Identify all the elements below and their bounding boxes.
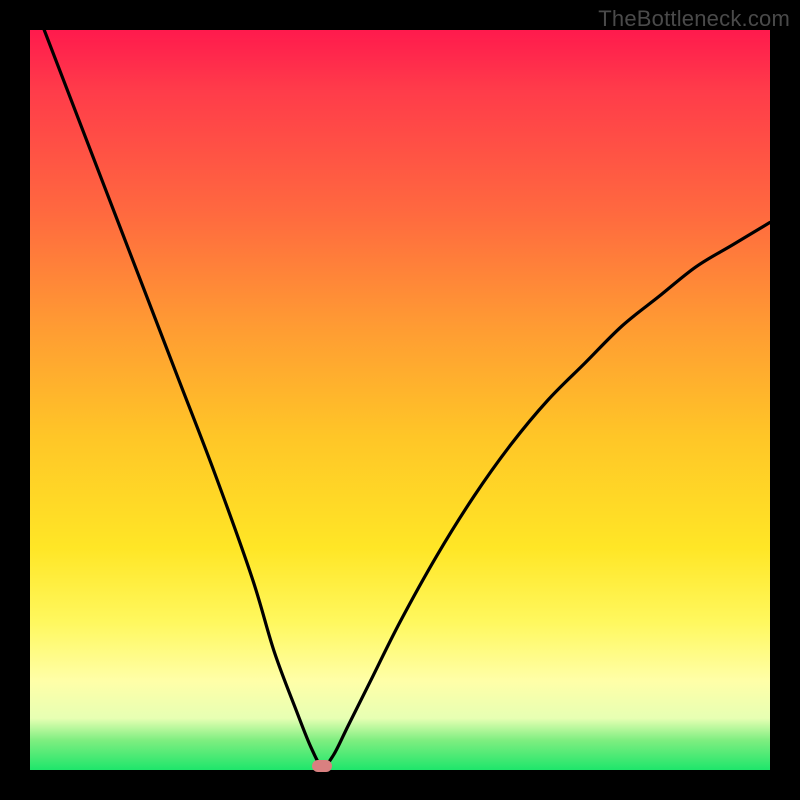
plot-area <box>30 30 770 770</box>
bottleneck-curve <box>30 30 770 770</box>
minimum-marker <box>312 760 332 772</box>
chart-frame: TheBottleneck.com <box>0 0 800 800</box>
watermark-text: TheBottleneck.com <box>598 6 790 32</box>
